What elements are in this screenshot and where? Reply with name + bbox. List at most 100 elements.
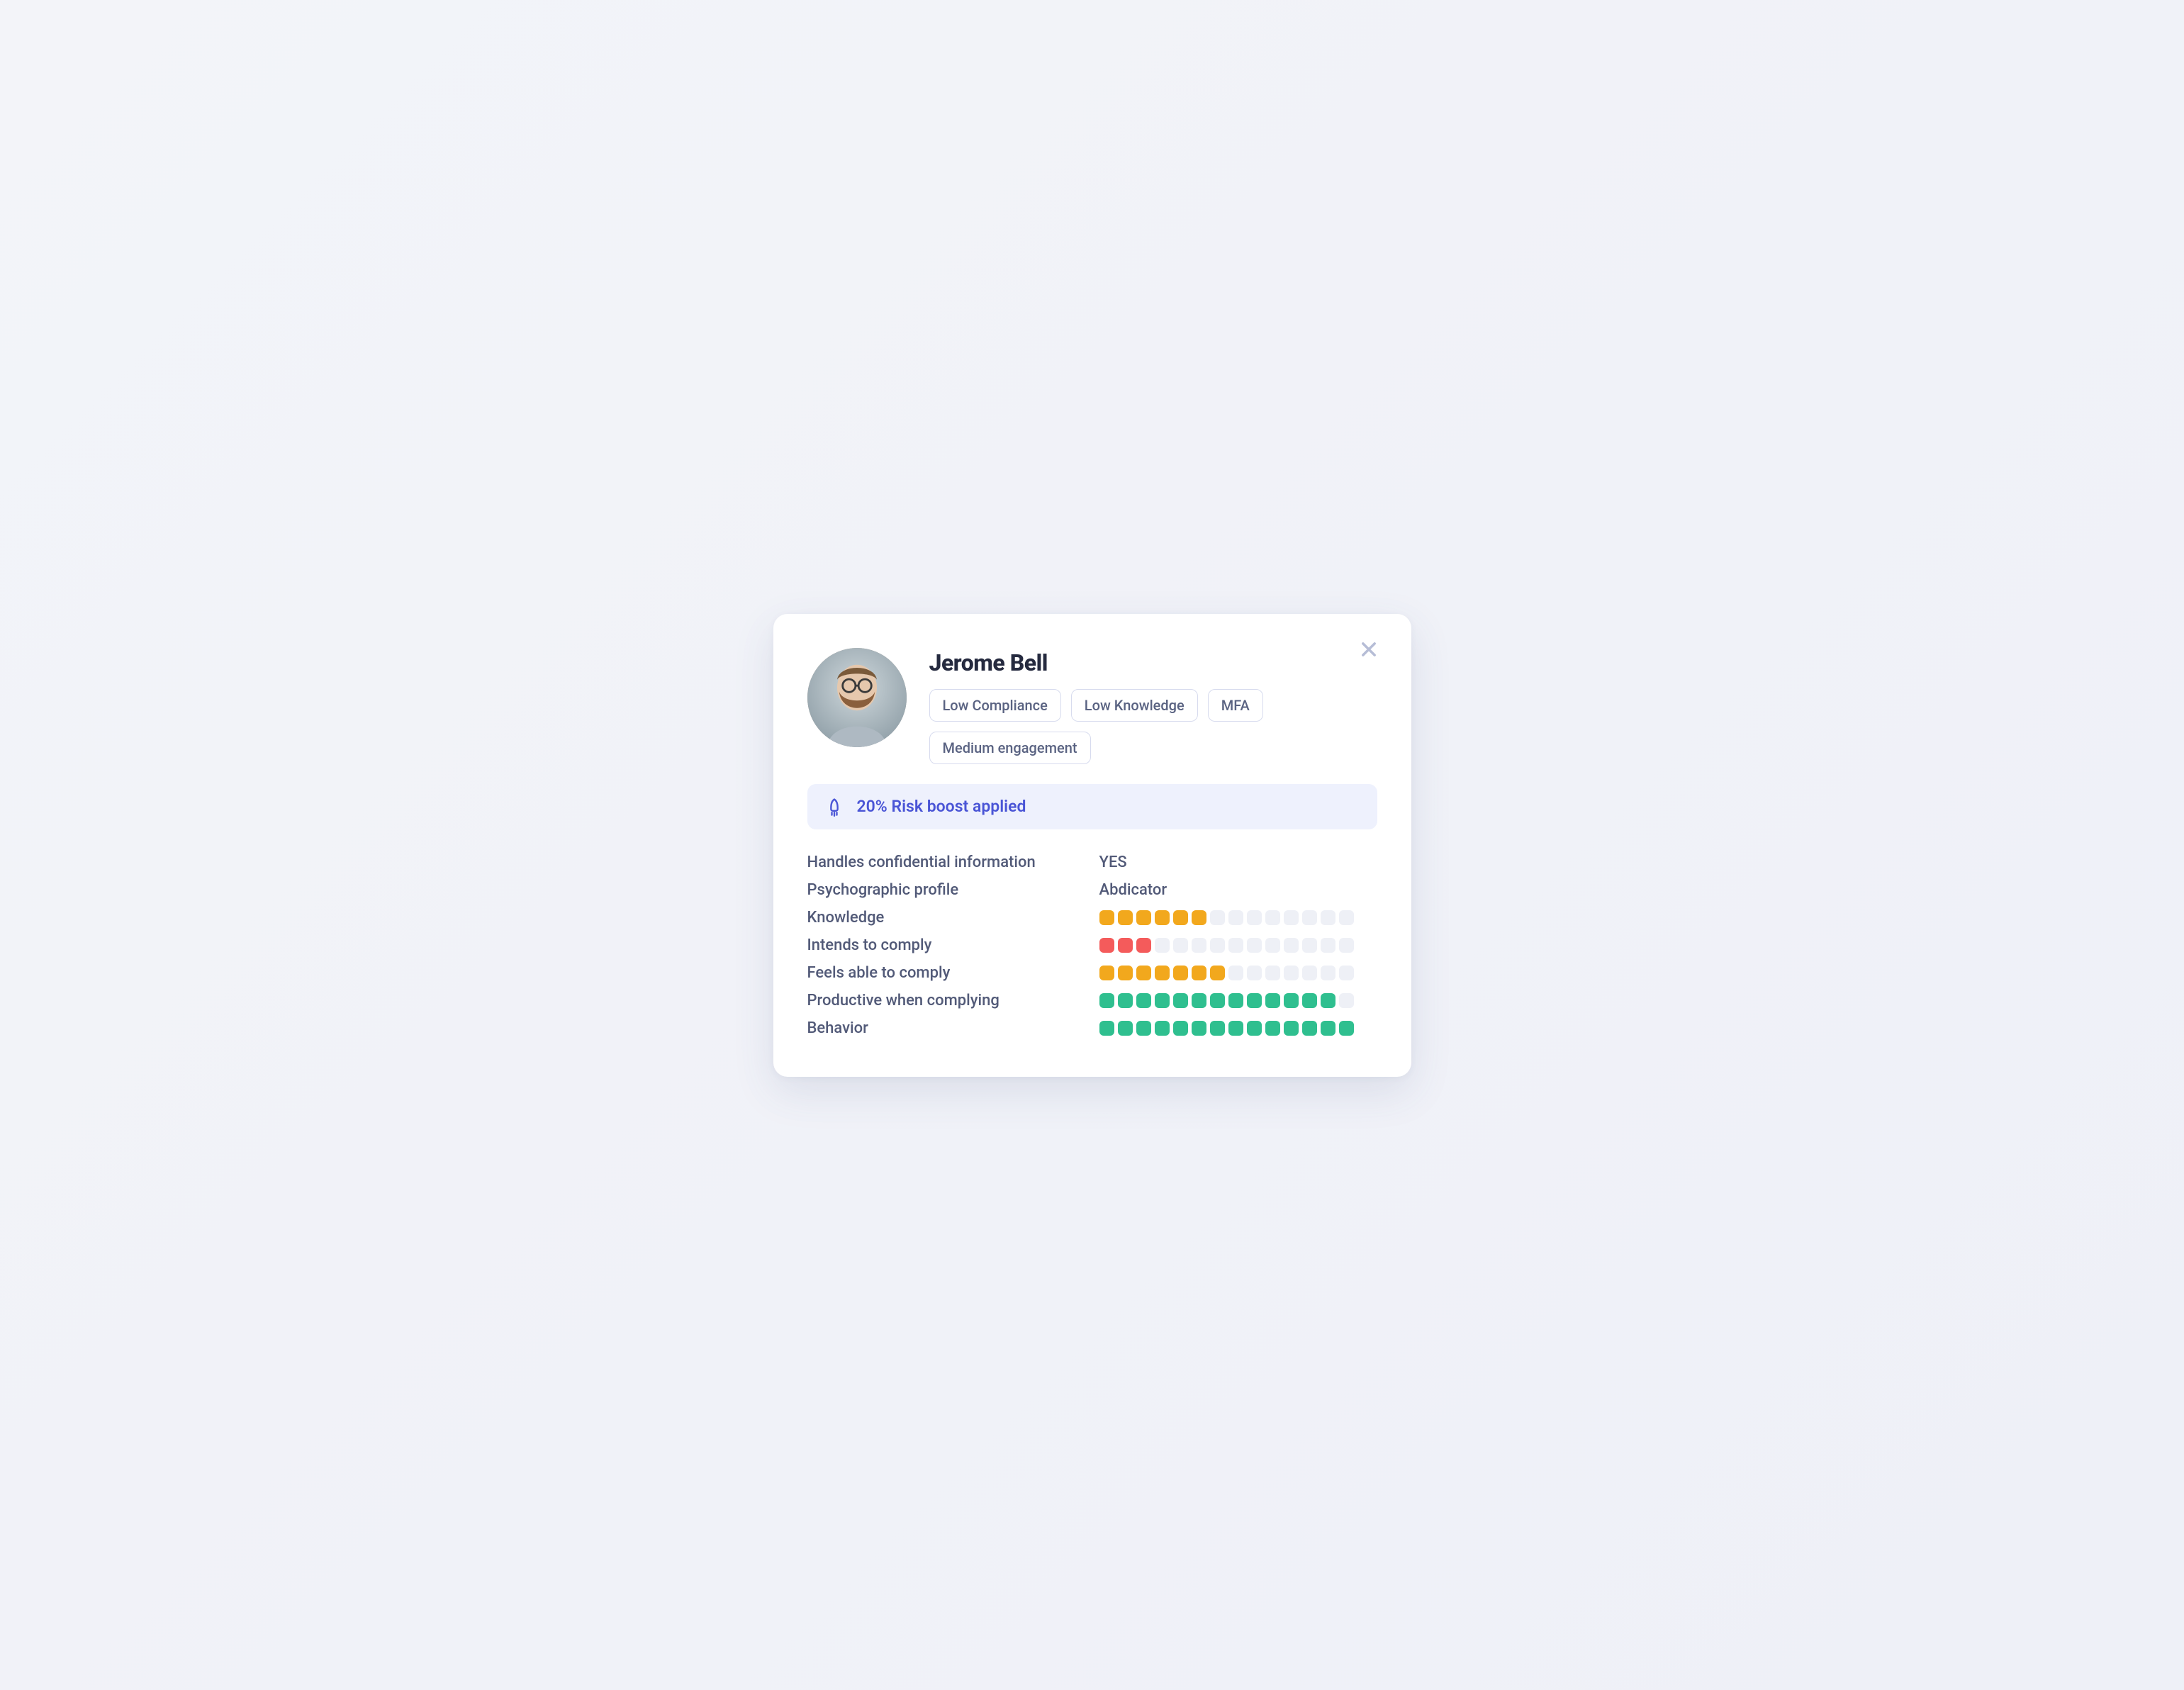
attribute-label: Intends to comply (807, 936, 1085, 954)
profile-header-main: Jerome Bell Low Compliance Low Knowledge… (929, 648, 1377, 764)
attribute-label: Knowledge (807, 909, 1085, 927)
bar-segment (1321, 1021, 1335, 1036)
risk-boost-banner: 20% Risk boost applied (807, 784, 1377, 829)
bar-segment (1228, 993, 1243, 1008)
close-icon (1359, 639, 1379, 662)
bar-segment (1099, 1021, 1114, 1036)
rocket-icon (824, 797, 844, 817)
tag: Medium engagement (929, 732, 1091, 764)
bar-segment (1247, 938, 1262, 953)
bar-segment (1339, 938, 1354, 953)
bar-segment (1321, 910, 1335, 925)
bar-segment (1228, 966, 1243, 980)
bar-segment (1228, 1021, 1243, 1036)
bar-segment (1173, 966, 1188, 980)
profile-tags: Low Compliance Low Knowledge MFA Medium … (929, 689, 1377, 764)
bar-segment (1321, 993, 1335, 1008)
close-button[interactable] (1356, 638, 1382, 664)
bar-segment (1302, 910, 1317, 925)
bar-segment (1118, 938, 1133, 953)
attribute-value: YES (1099, 854, 1377, 871)
bar-segment (1265, 993, 1280, 1008)
bar-segment (1247, 966, 1262, 980)
attribute-label: Handles confidential information (807, 854, 1085, 871)
bar-segment (1099, 910, 1114, 925)
bar-segment (1284, 1021, 1299, 1036)
bar-segment (1265, 938, 1280, 953)
bar-segment (1302, 1021, 1317, 1036)
bar-segment (1118, 993, 1133, 1008)
bar-segment (1118, 1021, 1133, 1036)
bar-segment (1284, 966, 1299, 980)
bar-segment (1339, 993, 1354, 1008)
bar-segment (1155, 1021, 1170, 1036)
bar-segment (1339, 1021, 1354, 1036)
bar-segment (1247, 993, 1262, 1008)
attribute-row: Behavior (807, 1019, 1377, 1037)
bar-segment (1302, 966, 1317, 980)
bar-segment (1210, 966, 1225, 980)
attribute-label: Productive when complying (807, 992, 1085, 1009)
bar-segment (1192, 938, 1206, 953)
bar-segment (1210, 993, 1225, 1008)
profile-header: Jerome Bell Low Compliance Low Knowledge… (807, 648, 1377, 764)
bar-segment (1284, 910, 1299, 925)
attribute-bar (1099, 938, 1377, 953)
bar-segment (1284, 938, 1299, 953)
bar-segment (1339, 966, 1354, 980)
bar-segment (1228, 938, 1243, 953)
bar-segment (1228, 910, 1243, 925)
bar-segment (1155, 938, 1170, 953)
attribute-row: Productive when complying (807, 992, 1377, 1009)
tag: Low Compliance (929, 689, 1061, 722)
bar-segment (1210, 1021, 1225, 1036)
bar-segment (1247, 1021, 1262, 1036)
bar-segment (1302, 938, 1317, 953)
bar-segment (1247, 910, 1262, 925)
profile-name: Jerome Bell (929, 649, 1377, 676)
bar-segment (1099, 966, 1114, 980)
bar-segment (1099, 993, 1114, 1008)
bar-segment (1192, 966, 1206, 980)
attribute-row: Feels able to comply (807, 964, 1377, 982)
bar-segment (1265, 966, 1280, 980)
attribute-row: Knowledge (807, 909, 1377, 927)
bar-segment (1302, 993, 1317, 1008)
attribute-bar (1099, 966, 1377, 980)
bar-segment (1136, 910, 1151, 925)
bar-segment (1173, 938, 1188, 953)
bar-segment (1173, 1021, 1188, 1036)
attribute-label: Feels able to comply (807, 964, 1085, 982)
bar-segment (1136, 966, 1151, 980)
bar-segment (1192, 993, 1206, 1008)
attribute-label: Psychographic profile (807, 881, 1085, 899)
bar-segment (1339, 910, 1354, 925)
bar-segment (1173, 993, 1188, 1008)
attribute-value: Abdicator (1099, 881, 1377, 899)
profile-card: Jerome Bell Low Compliance Low Knowledge… (773, 614, 1411, 1077)
bar-segment (1192, 1021, 1206, 1036)
attribute-bar (1099, 1021, 1377, 1036)
bar-segment (1155, 993, 1170, 1008)
bar-segment (1118, 910, 1133, 925)
attribute-row: Intends to comply (807, 936, 1377, 954)
attribute-bar (1099, 910, 1377, 925)
bar-segment (1155, 910, 1170, 925)
risk-boost-text: 20% Risk boost applied (857, 797, 1026, 816)
tag: Low Knowledge (1071, 689, 1198, 722)
attribute-bar (1099, 993, 1377, 1008)
bar-segment (1210, 910, 1225, 925)
bar-segment (1210, 938, 1225, 953)
bar-segment (1321, 966, 1335, 980)
avatar (807, 648, 907, 747)
attribute-rows: Handles confidential information YES Psych… (807, 854, 1377, 1037)
bar-segment (1173, 910, 1188, 925)
bar-segment (1265, 1021, 1280, 1036)
bar-segment (1099, 938, 1114, 953)
attribute-row: Handles confidential information YES (807, 854, 1377, 871)
bar-segment (1136, 993, 1151, 1008)
attribute-row: Psychographic profile Abdicator (807, 881, 1377, 899)
attribute-label: Behavior (807, 1019, 1085, 1037)
bar-segment (1321, 938, 1335, 953)
bar-segment (1118, 966, 1133, 980)
